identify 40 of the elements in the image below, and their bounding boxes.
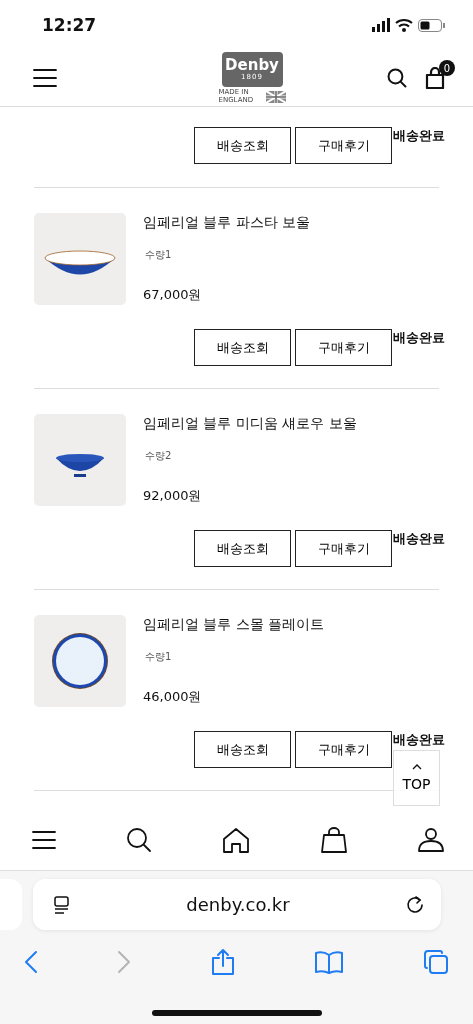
status-time: 12:27	[42, 15, 97, 35]
reload-icon	[405, 894, 425, 915]
product-quantity: 수량2	[145, 449, 173, 463]
share-icon[interactable]	[210, 948, 235, 976]
url-text: denby.co.kr	[186, 894, 290, 915]
wifi-icon	[395, 18, 413, 32]
track-delivery-button[interactable]: 배송조회	[194, 731, 291, 768]
product-name: 임페리얼 블루 스몰 플레이트	[143, 616, 325, 634]
product-price: 92,000원	[143, 487, 203, 505]
cart-count: 0	[439, 60, 455, 76]
product-quantity: 수량1	[145, 248, 173, 262]
review-button[interactable]: 구매후기	[295, 127, 392, 164]
user-icon[interactable]	[418, 827, 444, 852]
product-name: 임페리얼 블루 미디움 섀로우 보울	[143, 415, 357, 433]
review-button[interactable]: 구매후기	[295, 329, 392, 366]
menu-icon[interactable]	[33, 68, 57, 88]
product-name: 임페리얼 블루 파스타 보울	[143, 214, 311, 232]
review-button[interactable]: 구매후기	[295, 530, 392, 567]
bag-icon[interactable]	[320, 826, 348, 853]
track-delivery-button[interactable]: 배송조회	[194, 329, 291, 366]
track-delivery-button[interactable]: 배송조회	[194, 530, 291, 567]
product-price: 67,000원	[143, 286, 203, 304]
search-icon[interactable]	[387, 68, 407, 88]
top-button[interactable]: TOP	[393, 750, 440, 806]
review-button[interactable]: 구매후기	[295, 731, 392, 768]
menu-icon[interactable]	[32, 829, 56, 850]
track-delivery-button[interactable]: 배송조회	[194, 127, 291, 164]
search-icon[interactable]	[126, 826, 152, 853]
bag-icon[interactable]	[425, 67, 445, 89]
battery-icon	[418, 18, 445, 32]
page-menu-icon	[53, 895, 71, 914]
tabs-icon[interactable]	[423, 949, 449, 975]
address-bar[interactable]: denby.co.kr	[33, 879, 441, 930]
product-quantity: 수량1	[145, 650, 173, 664]
back-icon[interactable]	[24, 950, 38, 974]
caret-icon	[411, 764, 422, 770]
home-icon[interactable]	[222, 826, 250, 853]
book-icon[interactable]	[313, 950, 344, 974]
product-price: 46,000원	[143, 688, 203, 706]
signal-icon	[372, 17, 390, 33]
